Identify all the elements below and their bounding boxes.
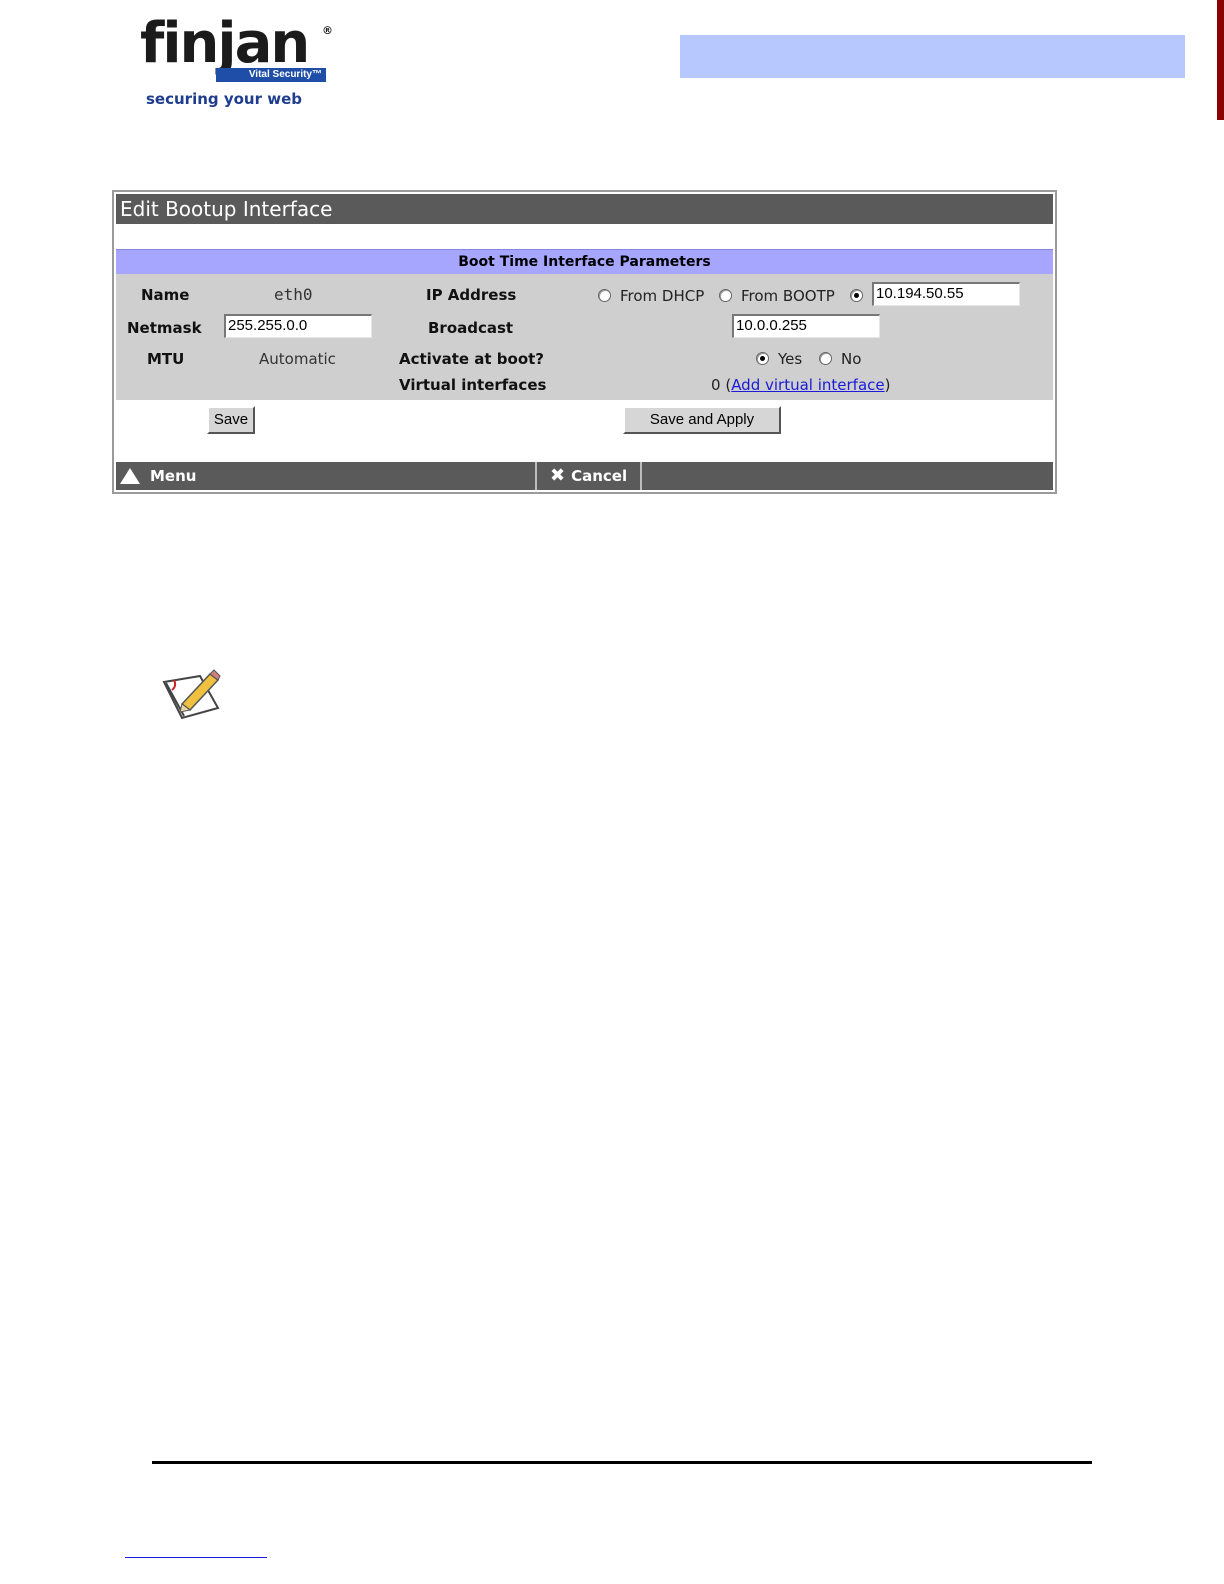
from-bootp-label: From BOOTP (741, 287, 835, 305)
virtual-close-paren: ) (884, 376, 891, 394)
logo-wordmark: finjan (140, 11, 310, 76)
logo-registered-mark: ® (322, 24, 333, 37)
save-and-apply-button[interactable]: Save and Apply (623, 406, 781, 434)
window-title: Edit Bootup Interface (116, 194, 1053, 224)
ip-address-input[interactable]: 10.194.50.55 (872, 282, 1020, 306)
virtual-interfaces-value: 0 (Add virtual interface) (711, 376, 890, 394)
mtu-label: MTU (147, 350, 185, 368)
radio-from-bootp[interactable] (719, 289, 732, 302)
footer-divider (535, 462, 537, 490)
ip-address-label: IP Address (426, 286, 517, 304)
broadcast-input[interactable]: 10.0.0.255 (732, 314, 880, 338)
edit-bootup-interface-window: Edit Bootup Interface Boot Time Interfac… (112, 190, 1057, 494)
logo-tagline: securing your web (146, 90, 302, 108)
virtual-interfaces-label: Virtual interfaces (399, 376, 547, 394)
cancel-button[interactable]: ✖ Cancel (550, 462, 627, 490)
note-pencil-icon (160, 668, 222, 724)
activate-yes-label: Yes (778, 350, 803, 368)
section-header: Boot Time Interface Parameters (116, 249, 1053, 275)
activate-at-boot-label: Activate at boot? (399, 350, 545, 368)
menu-button[interactable]: Menu (150, 462, 196, 490)
mtu-value: Automatic (259, 350, 336, 368)
page-footer-link-underline (125, 1557, 267, 1558)
footer-divider (640, 462, 642, 490)
name-label: Name (141, 286, 190, 304)
from-dhcp-label: From DHCP (620, 287, 705, 305)
netmask-input[interactable]: 255.255.0.0 (224, 314, 372, 338)
radio-static-ip[interactable] (850, 289, 863, 302)
finjan-logo: finjan ® Vital Security™ securing your w… (140, 12, 340, 112)
footer-bar: Menu ✖ Cancel (116, 462, 1053, 490)
radio-from-dhcp[interactable] (598, 289, 611, 302)
page-footer-rule (152, 1461, 1092, 1464)
netmask-label: Netmask (127, 319, 202, 337)
broadcast-label: Broadcast (428, 319, 514, 337)
parameters-panel: Name eth0 IP Address From DHCP From BOOT… (116, 274, 1053, 400)
name-value: eth0 (274, 285, 313, 304)
add-virtual-interface-link[interactable]: Add virtual interface (731, 376, 884, 394)
activate-no-label: No (841, 350, 862, 368)
logo-product-badge: Vital Security™ (216, 68, 326, 82)
virtual-interfaces-count: 0 (711, 376, 721, 394)
save-button[interactable]: Save (207, 406, 255, 434)
up-triangle-icon[interactable] (120, 468, 140, 484)
header-band (680, 35, 1185, 78)
radio-activate-yes[interactable] (756, 352, 769, 365)
x-cancel-icon: ✖ (550, 465, 566, 486)
cancel-label: Cancel (571, 467, 628, 485)
radio-activate-no[interactable] (819, 352, 832, 365)
page-edge-marker (1217, 0, 1224, 120)
